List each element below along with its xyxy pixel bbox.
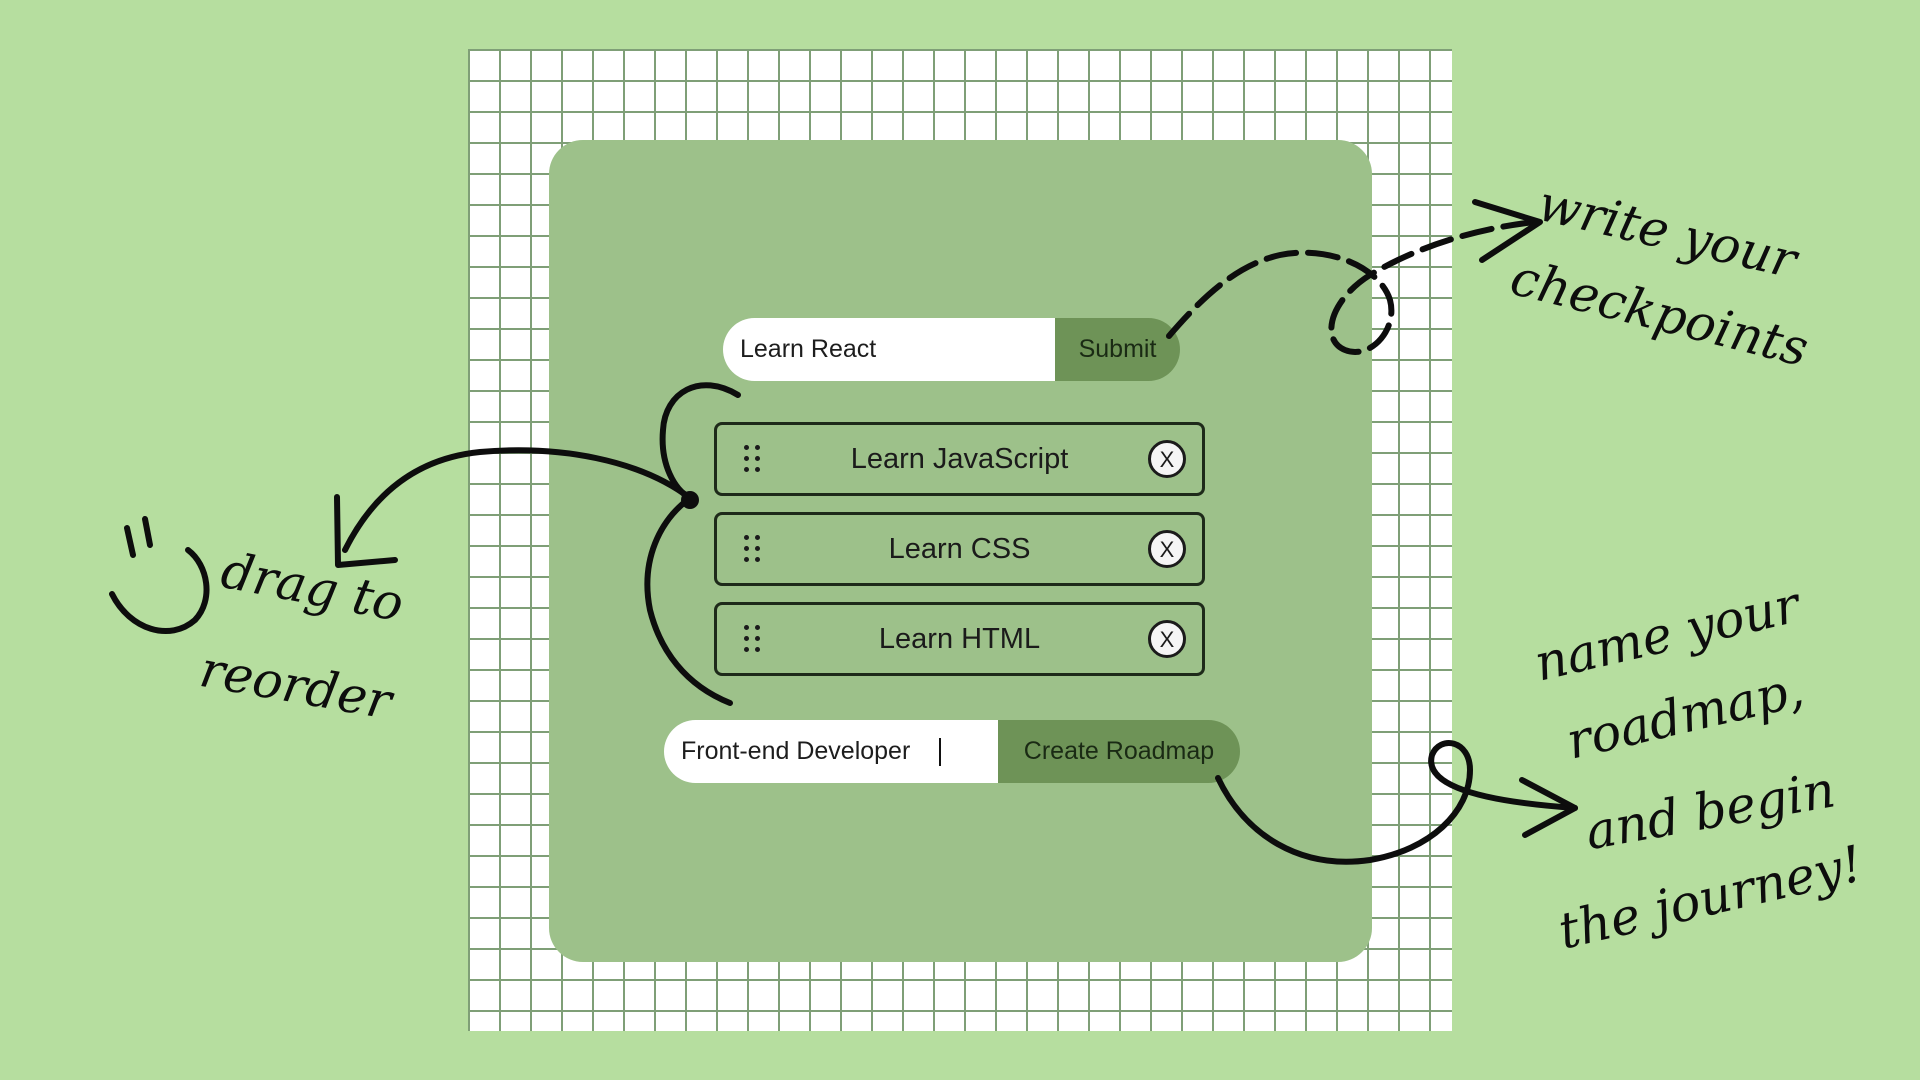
remove-checkpoint-button[interactable]: X <box>1148 620 1186 658</box>
roadmap-form: Create Roadmap <box>664 720 1240 783</box>
smiley-eye-icon <box>124 525 136 558</box>
roadmap-name-input[interactable] <box>664 720 998 783</box>
smiley-icon <box>109 547 210 634</box>
text-caret <box>939 738 941 766</box>
checkpoint-item[interactable]: Learn HTML X <box>714 602 1205 676</box>
drag-handle-icon[interactable] <box>744 625 762 653</box>
annotation-drag-line2: reorder <box>195 640 396 731</box>
drag-handle-icon[interactable] <box>744 445 762 473</box>
smiley-eye-icon <box>142 516 153 548</box>
checkpoint-input[interactable] <box>723 318 1055 381</box>
checkpoint-item[interactable]: Learn CSS X <box>714 512 1205 586</box>
arrow-head-icon <box>334 494 398 568</box>
checkpoint-form: Submit <box>723 318 1180 381</box>
remove-checkpoint-button[interactable]: X <box>1148 530 1186 568</box>
submit-button[interactable]: Submit <box>1055 318 1180 381</box>
checkpoint-list: Learn JavaScript X Learn CSS X Learn HTM… <box>714 422 1205 692</box>
create-roadmap-button[interactable]: Create Roadmap <box>998 720 1240 783</box>
checkpoint-label: Learn JavaScript <box>850 442 1069 475</box>
annotation-drag-line1: drag to <box>216 541 409 634</box>
remove-checkpoint-button[interactable]: X <box>1148 440 1186 478</box>
drag-handle-icon[interactable] <box>744 535 762 563</box>
checkpoint-label: Learn CSS <box>888 532 1031 565</box>
annotation-name-line3: and begin <box>1581 760 1840 862</box>
checkpoint-label: Learn HTML <box>878 622 1041 655</box>
arrow-head-icon <box>1519 777 1578 838</box>
stage: Submit Learn JavaScript X Learn CSS X Le… <box>0 0 1920 1080</box>
checkpoint-item[interactable]: Learn JavaScript X <box>714 422 1205 496</box>
